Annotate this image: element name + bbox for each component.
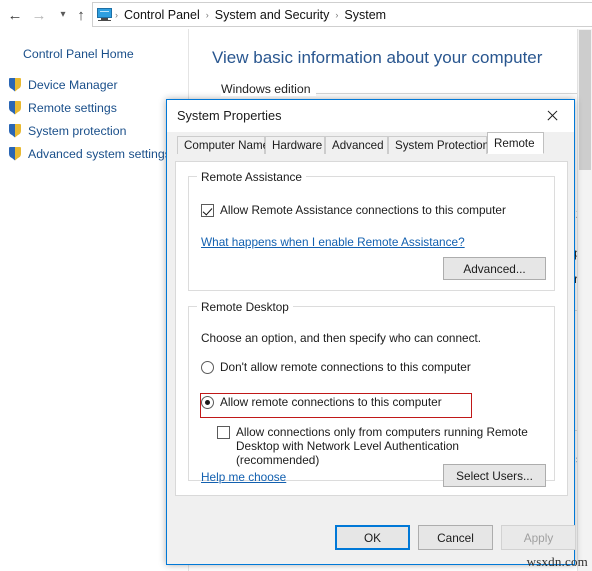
uac-shield-icon	[9, 146, 22, 161]
allow-remote-assistance-label: Allow Remote Assistance connections to t…	[220, 203, 506, 217]
sidebar-item-advanced-system-settings[interactable]: Advanced system settings	[0, 142, 180, 165]
ok-button[interactable]: OK	[335, 525, 410, 550]
sidebar-item-control-panel-home[interactable]: Control Panel Home	[0, 42, 180, 65]
up-button[interactable]: ↑	[70, 4, 92, 26]
breadcrumb-item-control-panel[interactable]: Control Panel	[119, 8, 205, 22]
sidebar-item-remote-settings[interactable]: Remote settings	[0, 96, 180, 119]
apply-button: Apply	[501, 525, 576, 550]
close-button[interactable]	[529, 100, 574, 131]
sidebar-item-system-protection[interactable]: System protection	[0, 119, 180, 142]
remote-desktop-instruction: Choose an option, and then specify who c…	[201, 331, 482, 345]
close-icon	[546, 110, 558, 122]
tab-advanced[interactable]: Advanced	[325, 136, 388, 154]
tab-hardware[interactable]: Hardware	[265, 136, 325, 154]
allow-remote-connections-radio-row[interactable]: Allow remote connections to this compute…	[201, 395, 442, 409]
sidebar-item-label: Control Panel Home	[23, 46, 134, 61]
nla-checkbox[interactable]	[217, 426, 230, 439]
remote-assistance-group-title: Remote Assistance	[197, 170, 306, 184]
sidebar-item-label: System protection	[28, 123, 127, 138]
tab-remote[interactable]: Remote	[487, 132, 544, 154]
deny-remote-connections-label: Don't allow remote connections to this c…	[220, 360, 471, 374]
uac-shield-icon	[9, 123, 22, 138]
tab-computer-name[interactable]: Computer Name	[177, 136, 269, 154]
nla-label-line2: Desktop with Network Level Authenticatio…	[236, 439, 459, 467]
address-bar: ← → ▾ ↑ › Control Panel › System and Sec…	[0, 0, 592, 29]
scrollbar-thumb[interactable]	[579, 30, 591, 170]
uac-shield-icon	[9, 77, 22, 92]
windows-edition-label: Windows edition	[221, 82, 316, 96]
remote-tab-panel: Remote Assistance Allow Remote Assistanc…	[175, 161, 568, 496]
nla-checkbox-row[interactable]: Allow connections only from computers ru…	[217, 425, 537, 467]
breadcrumb-item-system[interactable]: System	[339, 8, 391, 22]
sidebar-item-device-manager[interactable]: Device Manager	[0, 73, 180, 96]
remote-desktop-group: Remote Desktop Choose an option, and the…	[188, 300, 555, 487]
sidebar: Control Panel Home Device Manager Remote…	[0, 42, 180, 165]
sidebar-item-label: Advanced system settings	[28, 146, 171, 161]
back-button[interactable]: ←	[4, 4, 26, 26]
sidebar-item-label: Remote settings	[28, 100, 117, 115]
allow-remote-connections-label: Allow remote connections to this compute…	[220, 395, 442, 409]
dialog-title: System Properties	[177, 108, 282, 123]
tab-strip: Computer Name Hardware Advanced System P…	[167, 132, 574, 154]
remote-assistance-advanced-button[interactable]: Advanced...	[443, 257, 546, 280]
forward-button[interactable]: →	[28, 4, 50, 26]
allow-remote-assistance-checkbox-row[interactable]: Allow Remote Assistance connections to t…	[201, 203, 506, 217]
breadcrumb[interactable]: › Control Panel › System and Security › …	[92, 2, 592, 27]
deny-remote-connections-radio-row[interactable]: Don't allow remote connections to this c…	[201, 360, 471, 374]
allow-remote-connections-radio[interactable]	[201, 396, 214, 409]
tab-system-protection[interactable]: System Protection	[388, 136, 489, 154]
computer-icon	[97, 8, 112, 21]
remote-assistance-help-link[interactable]: What happens when I enable Remote Assist…	[201, 235, 465, 249]
watermark: wsxdn.com	[526, 554, 588, 569]
uac-shield-icon	[9, 100, 22, 115]
sidebar-item-label: Device Manager	[28, 77, 118, 92]
cancel-button[interactable]: Cancel	[418, 525, 493, 550]
remote-assistance-group: Remote Assistance Allow Remote Assistanc…	[188, 170, 555, 291]
deny-remote-connections-radio[interactable]	[201, 361, 214, 374]
help-me-choose-link[interactable]: Help me choose	[201, 470, 286, 484]
remote-desktop-group-title: Remote Desktop	[197, 300, 293, 314]
system-properties-dialog: System Properties Computer Name Hardware…	[166, 99, 576, 565]
select-users-button[interactable]: Select Users...	[443, 464, 546, 487]
dialog-footer: OK Cancel Apply	[167, 499, 576, 564]
dialog-title-bar[interactable]: System Properties	[167, 100, 574, 132]
breadcrumb-item-system-and-security[interactable]: System and Security	[210, 8, 335, 22]
page-title: View basic information about your comput…	[212, 48, 543, 67]
allow-remote-assistance-checkbox[interactable]	[201, 204, 214, 217]
nla-label-line1: Allow connections only from computers ru…	[236, 425, 528, 439]
